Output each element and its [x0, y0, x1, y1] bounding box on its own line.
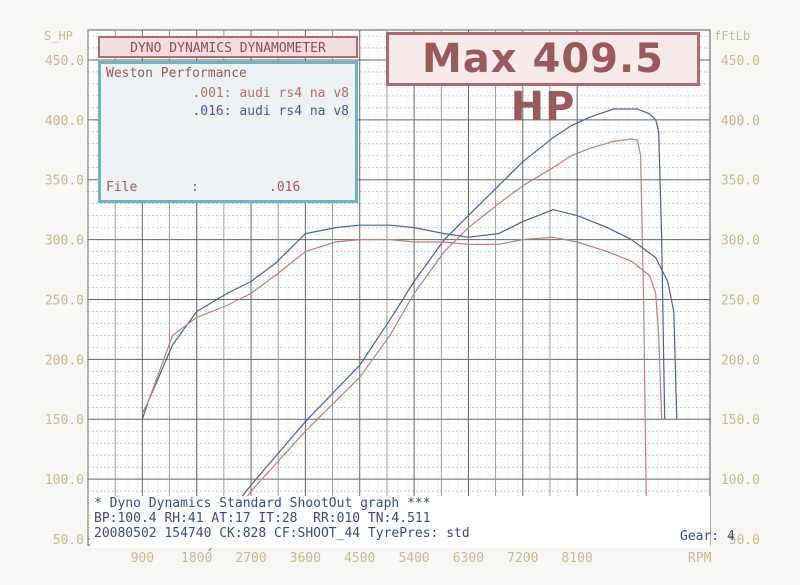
dyno-title: DYNO DYNAMICS DYNAMOMETER: [98, 36, 358, 58]
left-tick-label: 50.0: [53, 533, 84, 548]
x-tick-label: 6300: [453, 551, 484, 566]
test-conditions-footer: * Dyno Dynamics Standard ShootOut graph …: [90, 496, 735, 548]
right-tick-label: 400.0: [721, 114, 760, 129]
max-hp-readout: Max 409.5 HP: [386, 32, 700, 130]
right-tick-label: 300.0: [721, 234, 760, 249]
left-tick-label: 450.0: [45, 54, 84, 69]
company-name: Weston Performance: [106, 66, 247, 81]
footer-line-1: * Dyno Dynamics Standard ShootOut graph …: [94, 496, 431, 511]
left-axis-label: S_HP: [44, 29, 73, 43]
x-tick-label: 7200: [507, 551, 538, 566]
left-tick-label: 250.0: [45, 293, 84, 308]
left-tick-label: 300.0: [45, 234, 84, 249]
x-tick-label: 4500: [344, 551, 375, 566]
left-tick-label: 350.0: [45, 174, 84, 189]
footer-line-2: BP:100.4 RH:41 AT:17 IT:28 RR:010 TN:4.5…: [94, 511, 431, 526]
right-axis-ticks: 50.0100.0150.0200.0250.0300.0350.0400.04…: [721, 54, 760, 548]
right-tick-label: 100.0: [721, 473, 760, 488]
x-tick-label: 2700: [235, 551, 266, 566]
right-tick-label: 150.0: [721, 413, 760, 428]
right-tick-label: 350.0: [721, 174, 760, 189]
footer-line-3: 20080502 154740 CK:828 CF:SHOOT_44 TyreP…: [94, 526, 470, 541]
x-tick-label: 5400: [398, 551, 429, 566]
run-label-blue: .016: audi rs4 na v8: [192, 104, 349, 119]
left-tick-label: 150.0: [45, 413, 84, 428]
x-axis-ticks: 900 1800 2700 3600 4500 5400 6300 7200 8100: [131, 551, 593, 566]
right-tick-label: 250.0: [721, 293, 760, 308]
file-colon: :: [191, 180, 199, 195]
x-tick-label: 1800: [181, 551, 212, 566]
gear-readout: Gear: 4: [680, 529, 735, 544]
x-axis-unit: RPM: [688, 551, 712, 566]
run-info-panel: Weston Performance .001: audi rs4 na v8 …: [98, 61, 358, 203]
right-axis-label: fFtLb: [714, 29, 750, 43]
file-label: File: [106, 180, 138, 195]
left-tick-label: 100.0: [45, 473, 84, 488]
run-label-red: .001: audi rs4 na v8: [192, 86, 349, 101]
x-tick-label: 8100: [561, 551, 592, 566]
x-tick-label: 900: [131, 551, 154, 566]
left-tick-label: 400.0: [45, 114, 84, 129]
file-value: .016: [269, 180, 301, 195]
left-axis-ticks: 50.0 100.0 150.0 200.0 250.0 300.0 350.0 400.0 4…: [45, 54, 84, 548]
right-tick-label: 200.0: [721, 353, 760, 368]
x-tick-label: 3600: [290, 551, 321, 566]
right-tick-label: 450.0: [721, 54, 760, 69]
left-tick-label: 200.0: [45, 353, 84, 368]
